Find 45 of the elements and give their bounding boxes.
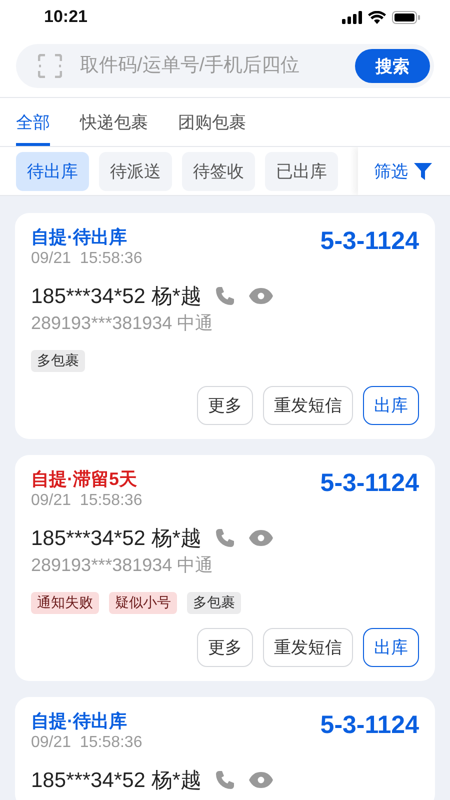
phone-icon[interactable]	[215, 286, 236, 306]
filter-icon	[414, 162, 432, 180]
parcel-status: 自提·待出库	[31, 226, 128, 249]
status-chip[interactable]: 待签收	[182, 152, 255, 190]
filter-button[interactable]: 筛选	[358, 147, 450, 195]
recipient-phone: 185***34*52 杨*越	[31, 284, 202, 310]
eye-icon[interactable]	[249, 772, 274, 788]
wifi-icon	[368, 10, 386, 24]
timestamp: 09/21 15:58:36	[31, 250, 142, 268]
scan-icon[interactable]	[38, 54, 62, 78]
category-tab[interactable]: 快递包裹	[80, 98, 148, 146]
parcel-tag: 疑似小号	[109, 592, 177, 614]
waybill-number: 289193***381934 中通	[31, 554, 214, 577]
action-button[interactable]: 重发短信	[263, 628, 353, 667]
phone-icon[interactable]	[215, 770, 236, 790]
clock-time: 10:21	[44, 7, 88, 27]
recipient-phone: 185***34*52 杨*越	[31, 526, 202, 552]
status-chip[interactable]: 待出库	[16, 152, 89, 190]
action-button[interactable]: 出库	[363, 386, 419, 425]
status-chip[interactable]: 待派送	[99, 152, 172, 190]
recipient-phone: 185***34*52 杨*越	[31, 768, 202, 794]
phone-icon[interactable]	[215, 528, 236, 548]
parcel-tag: 多包裹	[187, 592, 241, 614]
battery-icon	[392, 10, 420, 24]
action-button[interactable]: 重发短信	[263, 386, 353, 425]
parcel-tag: 多包裹	[31, 350, 85, 372]
parcel-status: 自提·滞留5天	[31, 468, 138, 491]
parcel-tag: 通知失败	[31, 592, 99, 614]
search-field[interactable]: 取件码/运单号/手机后四位 搜索	[16, 44, 434, 88]
signal-icon	[342, 10, 362, 24]
search-button[interactable]: 搜索	[355, 49, 430, 83]
timestamp: 09/21 15:58:36	[31, 492, 142, 510]
pickup-code: 5-3-1124	[320, 469, 419, 498]
status-chip[interactable]: 已出库	[265, 152, 338, 190]
pickup-code: 5-3-1124	[320, 711, 419, 740]
timestamp: 09/21 15:58:36	[31, 734, 142, 752]
action-button[interactable]: 更多	[197, 386, 253, 425]
pickup-code: 5-3-1124	[320, 227, 419, 256]
action-button[interactable]: 出库	[363, 628, 419, 667]
eye-icon[interactable]	[249, 288, 274, 304]
category-tab[interactable]: 团购包裹	[178, 98, 246, 146]
action-button[interactable]: 更多	[197, 628, 253, 667]
eye-icon[interactable]	[249, 530, 274, 546]
parcel-status: 自提·待出库	[31, 710, 128, 733]
waybill-number: 289193***381934 中通	[31, 312, 214, 335]
